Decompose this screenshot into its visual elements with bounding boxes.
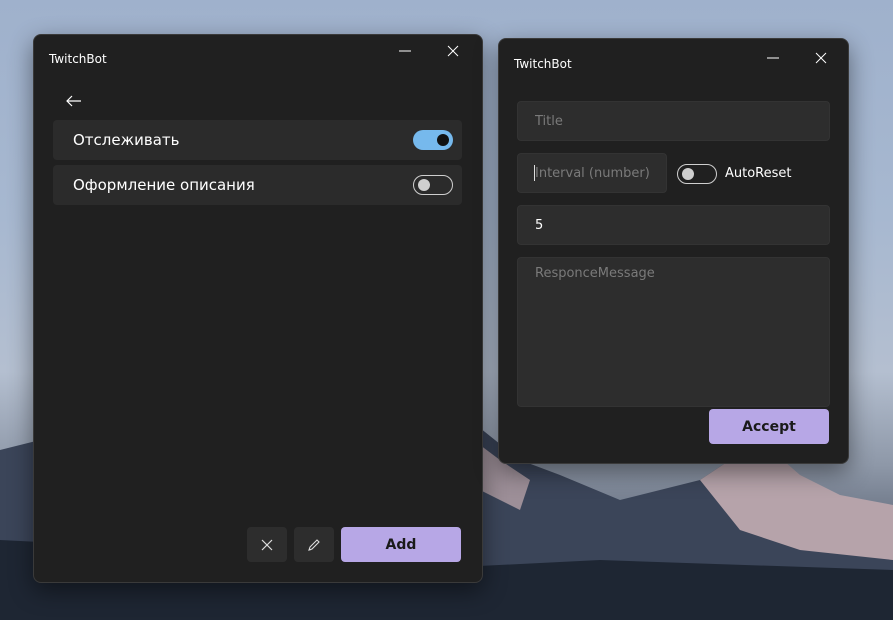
description-toggle[interactable] [413,175,453,195]
autoreset-toggle[interactable] [677,164,717,184]
text-caret [534,165,535,181]
value-input[interactable] [517,205,830,245]
editor-window: TwitchBot AutoReset Accept [498,38,849,464]
toggle-knob [418,179,430,191]
window-title: TwitchBot [49,52,107,66]
main-window: TwitchBot Отслеживать Оформление описани… [33,34,483,583]
back-arrow-icon [66,95,81,107]
close-icon [815,52,827,64]
tracking-toggle[interactable] [413,130,453,150]
close-button[interactable] [798,42,844,74]
minimize-icon [767,57,779,59]
toggle-knob [682,168,694,180]
cancel-button[interactable] [247,527,287,562]
minimize-icon [399,50,411,52]
minimize-button[interactable] [750,42,796,74]
close-button[interactable] [430,35,476,67]
setting-row-description: Оформление описания [53,165,462,205]
pencil-icon [308,538,320,551]
toggle-knob [437,134,449,146]
edit-button[interactable] [294,527,334,562]
add-button[interactable]: Add [341,527,461,562]
title-input[interactable] [517,101,830,141]
close-icon [447,45,459,57]
setting-label: Оформление описания [73,176,255,194]
interval-input[interactable] [517,153,667,193]
minimize-button[interactable] [382,35,428,67]
window-title: TwitchBot [514,57,572,71]
accept-button[interactable]: Accept [709,409,829,444]
close-icon [261,539,273,550]
setting-row-tracking: Отслеживать [53,120,462,160]
setting-label: Отслеживать [73,131,180,149]
autoreset-label: AutoReset [725,166,792,181]
back-button[interactable] [62,89,86,113]
response-message-textarea[interactable] [517,257,830,407]
